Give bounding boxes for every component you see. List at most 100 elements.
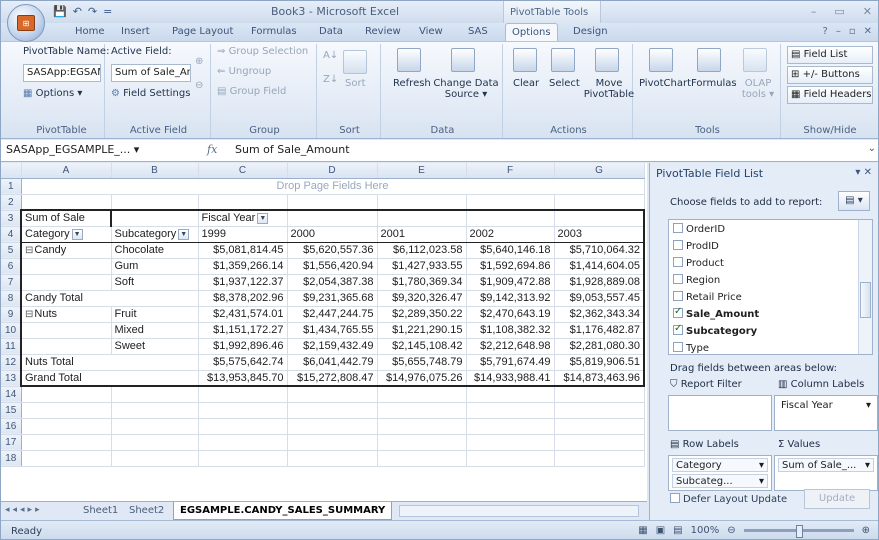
cell[interactable] xyxy=(554,194,645,211)
pivot-row-field-subcategory[interactable]: Subcategory ▼ xyxy=(111,226,199,243)
select-icon[interactable] xyxy=(551,48,575,72)
zoom-slider[interactable] xyxy=(743,525,854,538)
checkbox[interactable] xyxy=(673,274,683,284)
value-cell[interactable]: $1,928,889.08 xyxy=(554,274,645,291)
cell[interactable] xyxy=(377,209,467,227)
zoom-out-icon[interactable]: ⊖ xyxy=(727,525,735,536)
year-header[interactable]: 2001 xyxy=(377,226,467,243)
tab-home[interactable]: Home xyxy=(75,26,105,37)
row-header[interactable]: 12 xyxy=(1,354,22,371)
subtotal-cell[interactable]: $5,791,674.49 xyxy=(466,353,555,371)
tab-data[interactable]: Data xyxy=(319,26,343,37)
subtotal-cell[interactable]: $8,378,202.96 xyxy=(197,289,288,307)
cell[interactable] xyxy=(554,450,645,467)
field-item-orderid[interactable]: OrderID xyxy=(669,220,872,237)
row-field-pill-category[interactable]: Category ▾ xyxy=(672,458,768,472)
checkbox[interactable] xyxy=(673,240,683,250)
checkbox[interactable] xyxy=(673,223,683,233)
defer-layout-update-checkbox[interactable]: Defer Layout Update xyxy=(670,493,787,505)
pane-close-icon[interactable]: ✕ xyxy=(864,167,872,178)
name-box[interactable]: SASApp_EGSAMPLE_... ▾ xyxy=(3,142,153,159)
save-icon[interactable]: 💾 xyxy=(53,5,67,18)
field-headers-button[interactable]: ▦ Field Headers xyxy=(787,86,873,104)
value-field-pill[interactable]: Sum of Sale_... ▾ xyxy=(778,458,874,472)
pivot-column-field-cell[interactable]: Fiscal Year ▼ xyxy=(197,209,288,227)
subcategory-cell[interactable]: Sweet xyxy=(111,338,199,355)
subcategory-cell[interactable]: Mixed xyxy=(111,322,199,339)
value-cell[interactable]: $1,359,266.14 xyxy=(197,258,288,275)
row-header[interactable]: 16 xyxy=(1,418,22,435)
sort-za-icon[interactable]: Z↓ xyxy=(323,74,338,85)
subtotal-label-cell[interactable]: Candy Total xyxy=(20,289,199,307)
row-field-pill-subcategory[interactable]: Subcateg... ▾ xyxy=(672,474,768,488)
cell[interactable] xyxy=(466,386,555,403)
cell[interactable] xyxy=(287,402,378,419)
cell[interactable] xyxy=(466,434,555,451)
grand-total-cell[interactable]: $13,953,845.70 xyxy=(197,369,288,387)
collapse-field-icon[interactable]: ⊖ xyxy=(195,80,203,91)
row-header[interactable]: 17 xyxy=(1,434,22,451)
cell[interactable] xyxy=(198,402,288,419)
row-header[interactable]: 5 xyxy=(1,242,22,259)
row-header[interactable]: 2 xyxy=(1,194,22,211)
value-cell[interactable]: $1,992,896.46 xyxy=(197,338,288,355)
values-area[interactable]: Sum of Sale_... ▾ xyxy=(774,455,878,491)
value-cell[interactable]: $1,427,933.55 xyxy=(377,258,467,275)
cell[interactable] xyxy=(21,194,112,211)
field-item-subcategory[interactable]: Subcategory xyxy=(669,322,872,339)
column-header[interactable]: A xyxy=(21,163,112,179)
subcategory-cell[interactable]: Chocolate xyxy=(111,242,199,259)
subtotal-cell[interactable]: $5,819,906.51 xyxy=(554,353,645,371)
cell[interactable] xyxy=(111,402,199,419)
dropdown-arrow-icon[interactable]: ▾ xyxy=(866,400,871,411)
category-cell[interactable]: ⊟Candy xyxy=(20,242,112,259)
cell[interactable] xyxy=(466,209,555,227)
workbook-close-icon[interactable]: ✕ xyxy=(864,26,872,37)
column-labels-area[interactable]: Fiscal Year ▾ xyxy=(774,395,878,431)
cell[interactable] xyxy=(287,386,378,403)
collapse-icon[interactable]: ⊟ xyxy=(25,309,33,320)
field-item-type[interactable]: Type xyxy=(669,339,872,354)
change-data-source-icon[interactable] xyxy=(451,48,475,72)
field-list-layout-button[interactable]: ▤ ▾ xyxy=(838,191,870,211)
tab-review[interactable]: Review xyxy=(365,26,401,37)
grand-total-cell[interactable]: $14,933,988.41 xyxy=(466,369,555,387)
value-cell[interactable]: $2,431,574.01 xyxy=(197,305,288,323)
value-cell[interactable]: $2,289,350.22 xyxy=(377,305,467,323)
sheet-tab[interactable]: Sheet1 xyxy=(77,502,124,520)
value-cell[interactable]: $1,221,290.15 xyxy=(377,322,467,339)
formulas-icon[interactable] xyxy=(697,48,721,72)
subcategory-filter-dropdown-icon[interactable]: ▼ xyxy=(178,228,190,240)
column-header[interactable]: B xyxy=(111,163,199,179)
sheet-tab-active[interactable]: EGSAMPLE.CANDY_SALES_SUMMARY xyxy=(173,502,393,520)
olap-tools-icon[interactable] xyxy=(743,48,767,72)
grand-total-cell[interactable]: $14,873,463.96 xyxy=(554,369,645,387)
checkbox[interactable] xyxy=(673,291,683,301)
category-cell[interactable] xyxy=(20,258,112,275)
row-header[interactable]: 6 xyxy=(1,258,22,275)
refresh-icon[interactable] xyxy=(397,48,421,72)
column-header[interactable]: C xyxy=(198,163,288,179)
cell[interactable] xyxy=(377,434,467,451)
row-header[interactable]: 14 xyxy=(1,386,22,403)
cell[interactable] xyxy=(377,386,467,403)
cell[interactable] xyxy=(111,450,199,467)
zoom-in-icon[interactable]: ⊕ xyxy=(862,525,870,536)
cell[interactable] xyxy=(21,418,112,435)
field-item-product[interactable]: Product xyxy=(669,254,872,271)
row-header[interactable]: 1 xyxy=(1,178,22,195)
subtotal-cell[interactable]: $9,053,557.45 xyxy=(554,289,645,307)
cell[interactable] xyxy=(287,194,378,211)
plus-minus-buttons-button[interactable]: ⊞ +/- Buttons xyxy=(787,66,873,84)
subcategory-cell[interactable]: Soft xyxy=(111,274,199,291)
value-cell[interactable]: $2,447,244.75 xyxy=(287,305,378,323)
tab-formulas[interactable]: Formulas xyxy=(251,26,297,37)
checkbox[interactable] xyxy=(673,342,683,352)
expand-field-icon[interactable]: ⊕ xyxy=(195,56,203,67)
ungroup-button[interactable]: ⇐ Ungroup xyxy=(217,66,271,77)
cell-table[interactable]: A B C D E F G 1 Drop Page Fields Here 2 … xyxy=(1,163,645,467)
checkbox-checked[interactable] xyxy=(673,323,683,335)
category-cell[interactable] xyxy=(20,322,112,339)
dropdown-arrow-icon[interactable]: ▾ xyxy=(759,460,764,471)
subtotal-label-cell[interactable]: Nuts Total xyxy=(20,353,199,371)
